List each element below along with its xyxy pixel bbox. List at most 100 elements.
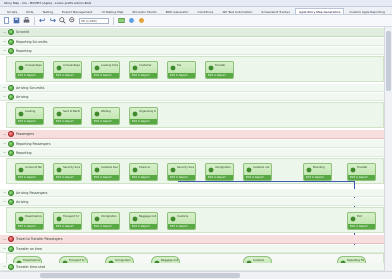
collapse-icon[interactable]: − (2, 264, 7, 269)
story-card[interactable]: Arrival at Terminal Edit in Report (15, 163, 44, 181)
print-icon[interactable] (23, 17, 30, 24)
story-card[interactable]: Security Screening Edit in Report (167, 163, 196, 181)
story-card[interactable]: Immigration Edit in Report (205, 163, 234, 181)
story-card[interactable]: Arrivals Reporting Edit in Report (15, 61, 44, 79)
card-caption[interactable]: Edit in Report (16, 224, 43, 229)
story-card[interactable]: Loading Edit in Report (15, 107, 44, 125)
story-card[interactable]: Tax Edit in Report (167, 61, 196, 79)
story-card[interactable]: Customs not defined Edit in Report (243, 163, 272, 181)
story-card[interactable]: Customs Edit in Report (167, 212, 196, 230)
group-row[interactable]: − Arriving Scrumlits (0, 84, 384, 92)
collapse-icon[interactable]: − (2, 39, 7, 44)
card-caption[interactable]: Edit in Report (348, 175, 375, 180)
add-card-icon[interactable] (118, 17, 125, 24)
card-caption[interactable]: Edit in Report (92, 73, 119, 78)
story-card[interactable]: Exit Edit in Report (347, 212, 376, 230)
card-caption[interactable]: Edit in Report (16, 119, 43, 124)
story-card[interactable]: Immigration Edit in Report (91, 212, 120, 230)
section-row[interactable]: − Passengers (0, 130, 384, 139)
story-card[interactable]: Organising Off-Loading Edit in Report (129, 107, 158, 125)
card-caption[interactable]: Edit in Report (168, 224, 195, 229)
collapse-icon[interactable]: − (2, 237, 7, 242)
collapse-icon[interactable]: − (2, 141, 7, 146)
horizontal-scroll-thumb[interactable] (40, 273, 240, 278)
new-icon[interactable] (3, 17, 10, 24)
section-row[interactable]: − Travel to Transfer Passengers (0, 235, 384, 244)
card-caption[interactable]: Edit in Report (244, 175, 271, 180)
card-caption[interactable]: Edit in Report (54, 224, 81, 229)
tab-reporting[interactable]: Custom Agile Reporting (345, 8, 388, 14)
collapse-icon[interactable]: − (2, 246, 7, 251)
card-caption[interactable]: Edit in Report (92, 224, 119, 229)
card-caption[interactable]: Edit in Report (168, 175, 195, 180)
card-caption[interactable]: Edit in Report (54, 73, 81, 78)
tab-api[interactable]: API Test Automation (218, 8, 256, 14)
collapse-icon[interactable]: − (2, 30, 7, 35)
tab-scripts[interactable]: Scripts (3, 8, 21, 14)
group-row[interactable]: − Reporting (0, 47, 384, 55)
collapse-icon[interactable]: − (2, 190, 7, 195)
story-card[interactable]: Customs Declaration Edit in Report (91, 163, 120, 181)
card-caption[interactable]: Edit in Report (206, 73, 233, 78)
story-card[interactable]: Transfer Edit in Report (347, 163, 376, 181)
card-caption[interactable]: Edit in Report (92, 175, 119, 180)
group-row[interactable]: − Reporting Passengers (0, 140, 384, 148)
zoom-field[interactable]: 38 (1,000) (79, 17, 109, 24)
story-card[interactable]: Security Screening Edit in Report (53, 163, 82, 181)
group-row[interactable]: − Reporting (0, 149, 384, 157)
card-caption[interactable]: Edit in Report (206, 175, 233, 180)
card-caption[interactable]: Edit in Report (348, 224, 375, 229)
story-card[interactable]: Customer Edit in Report (129, 61, 158, 79)
collapse-icon[interactable]: − (2, 85, 7, 90)
story-card[interactable]: Boarding Edit in Report (303, 163, 332, 181)
horizontal-scrollbar[interactable] (0, 271, 392, 279)
story-card[interactable]: Check-in Edit in Report (129, 163, 158, 181)
group-row[interactable]: − Transfer on time (0, 245, 384, 253)
story-card[interactable]: Transfer Edit in Report (205, 61, 234, 79)
collapse-icon[interactable]: − (2, 150, 7, 155)
story-card[interactable]: Transport to Terminal Edit in Report (53, 212, 82, 230)
tab-ui-testing[interactable]: UI Testing Map (98, 8, 128, 14)
undo-icon[interactable] (39, 17, 46, 24)
tab-bdd[interactable]: BDD Generator (162, 8, 193, 14)
card-caption[interactable]: Edit in Report (130, 119, 157, 124)
zoom-in-icon[interactable] (59, 17, 66, 24)
story-card[interactable]: Arrivals Reporting Edit in Report (53, 61, 82, 79)
card-caption[interactable]: Edit in Report (54, 175, 81, 180)
card-caption[interactable]: Edit in Report (130, 73, 157, 78)
help-icon[interactable] (138, 17, 145, 24)
vertical-scroll-thumb[interactable] (386, 31, 391, 91)
card-caption[interactable]: Edit in Report (54, 119, 81, 124)
zoom-out-icon[interactable] (69, 17, 76, 24)
tab-export[interactable]: Export Management (58, 8, 97, 14)
group-row[interactable]: − Arriving Passengers (0, 189, 384, 197)
card-caption[interactable]: Edit in Report (92, 119, 119, 124)
story-card[interactable]: Disembarking Edit in Report (15, 212, 44, 230)
tab-plots[interactable]: Plots (22, 8, 37, 14)
collapse-icon[interactable]: − (2, 48, 7, 53)
group-row[interactable]: − Arriving (0, 198, 384, 206)
card-caption[interactable]: Edit in Report (168, 73, 195, 78)
story-map-canvas[interactable]: − Scrumlit − Reporting Scrumlits − Repor… (0, 27, 392, 271)
tab-testing[interactable]: Testing (38, 8, 57, 14)
card-caption[interactable]: Edit in Report (130, 224, 157, 229)
collapse-icon[interactable]: − (2, 132, 7, 137)
group-row[interactable]: − Transfer time-shot (0, 263, 384, 271)
card-caption[interactable]: Edit in Report (130, 175, 157, 180)
story-card[interactable]: Waiting Edit in Report (91, 107, 120, 125)
vertical-scrollbar[interactable] (384, 27, 392, 271)
section-row[interactable]: − Scrumlit (0, 28, 384, 37)
tab-story-map[interactable]: Agile Story Map Generators (295, 8, 345, 14)
story-card[interactable]: Sent to Berth Edit in Report (53, 107, 82, 125)
tab-conditions[interactable]: Conditions (193, 8, 217, 14)
story-card[interactable]: Loading Scheduled Edit in Report (91, 61, 120, 79)
card-caption[interactable]: Edit in Report (304, 175, 331, 180)
collapse-icon[interactable]: − (2, 199, 7, 204)
card-caption[interactable]: Edit in Report (16, 175, 43, 180)
save-icon[interactable] (13, 17, 20, 24)
story-card[interactable]: Baggage Collection Edit in Report (129, 212, 158, 230)
tab-emulator[interactable]: Emulator Studio (128, 8, 160, 14)
collapse-icon[interactable]: − (2, 94, 7, 99)
group-row[interactable]: − Arriving (0, 93, 384, 101)
refresh-icon[interactable] (128, 17, 135, 24)
